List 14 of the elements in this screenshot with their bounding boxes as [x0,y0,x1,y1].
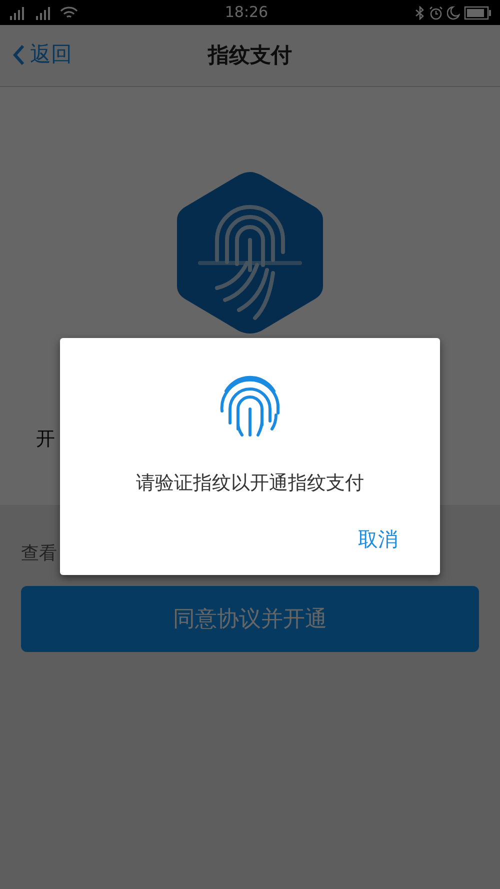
agreement-text: 查看 [21,542,58,566]
dialog-message: 请验证指纹以开通指纹支付 [136,472,364,494]
agree-and-enable-button[interactable]: 同意协议并开通 [21,586,479,652]
battery-icon [464,6,492,20]
moon-icon [446,6,460,20]
alarm-clock-icon [428,6,443,20]
status-time: 18:26 [224,2,268,24]
intro-text: 开 [36,427,55,452]
page-title: 指纹支付 [208,42,292,69]
chevron-left-icon [12,44,26,66]
cancel-button[interactable]: 取消 [358,524,398,554]
wifi-icon [60,6,78,20]
back-button[interactable]: 返回 [12,39,72,70]
bluetooth-icon [414,6,425,20]
